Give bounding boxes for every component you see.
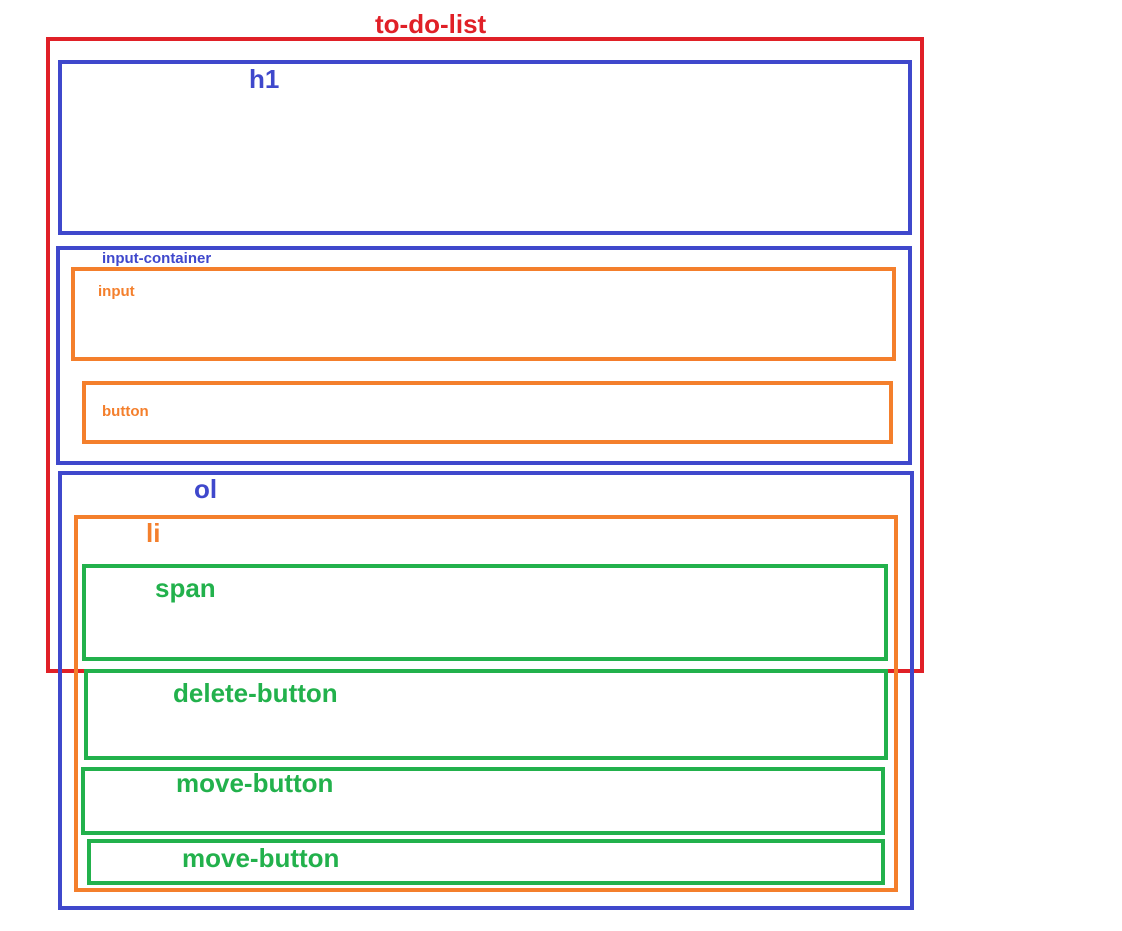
- li-label: li: [146, 518, 161, 548]
- input-container-label: input-container: [102, 250, 212, 267]
- delete-button-label: delete-button: [173, 678, 338, 708]
- ol-label: ol: [194, 474, 218, 504]
- button-box: [82, 381, 893, 444]
- move-button-label-1: move-button: [176, 768, 334, 798]
- button-label: button: [102, 403, 149, 420]
- h1-box: [58, 60, 912, 235]
- input-box: [71, 267, 896, 361]
- h1-label: h1: [249, 64, 280, 94]
- to-do-list-label: to-do-list: [375, 9, 487, 39]
- move-button-label-2: move-button: [182, 843, 340, 873]
- span-label: span: [155, 573, 216, 603]
- input-label: input: [98, 283, 135, 300]
